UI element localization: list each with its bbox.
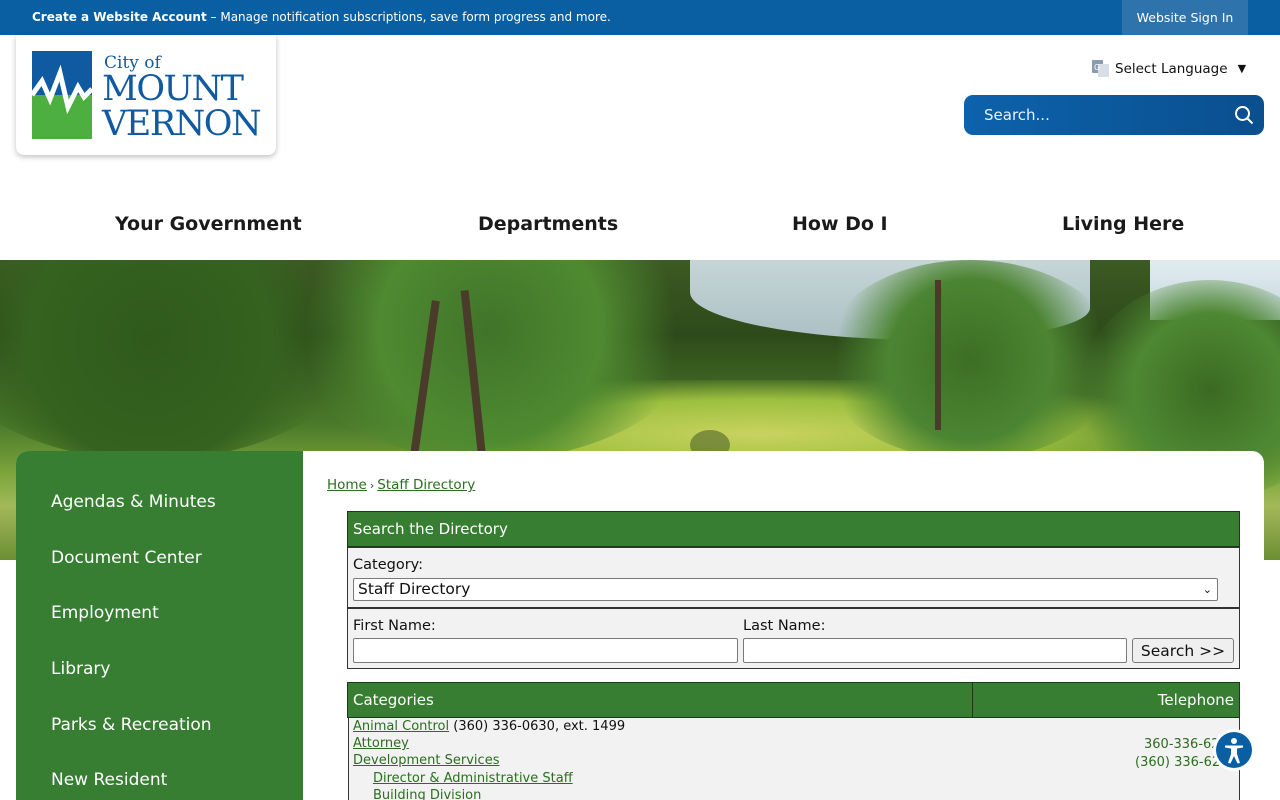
- category-select[interactable]: Staff Directory ⌄: [353, 578, 1218, 601]
- language-label: Select Language: [1115, 60, 1228, 77]
- category-link-animal-control[interactable]: Animal Control: [353, 719, 449, 734]
- main-navigation: Your Government Departments How Do I Liv…: [0, 190, 1280, 260]
- hero-tree-right: [820, 260, 1120, 460]
- create-account-link[interactable]: Create a Website Account: [32, 10, 207, 24]
- category-link-attorney[interactable]: Attorney: [353, 736, 409, 751]
- last-name-label: Last Name:: [743, 618, 826, 634]
- nav-how-do-i[interactable]: How Do I: [792, 213, 888, 235]
- list-item: Director & Administrative Staff: [373, 771, 573, 786]
- nav-your-government[interactable]: Your Government: [115, 213, 302, 235]
- telephone-header-label: Telephone: [1157, 691, 1234, 709]
- search-placeholder: Search...: [984, 106, 1050, 124]
- telephone-header: Telephone: [972, 682, 1240, 718]
- nav-departments[interactable]: Departments: [478, 213, 618, 235]
- mountain-logo-icon: [32, 51, 92, 139]
- breadcrumb: Home › Staff Directory: [327, 477, 475, 493]
- list-item: Development Services: [353, 753, 499, 768]
- first-name-input[interactable]: [353, 638, 738, 663]
- chevron-down-icon: ▼: [1237, 62, 1247, 75]
- hero-trunk: [935, 280, 941, 430]
- category-label: Category:: [353, 557, 424, 573]
- svg-text:G: G: [1094, 63, 1100, 72]
- category-link-building-division[interactable]: Building Division: [373, 788, 481, 800]
- first-name-label: First Name:: [353, 618, 436, 634]
- last-name-input[interactable]: [743, 638, 1127, 663]
- top-bar: Create a Website Account – Manage notifi…: [0, 0, 1280, 35]
- categories-header-label: Categories: [353, 691, 434, 709]
- accessibility-button[interactable]: [1213, 729, 1255, 771]
- sidebar-item-new-resident[interactable]: New Resident: [51, 770, 167, 790]
- category-phone: 360-336-62: [1144, 737, 1220, 752]
- logo-vernon: VERNON: [102, 104, 262, 144]
- breadcrumb-separator: ›: [369, 479, 375, 492]
- category-select-value: Staff Directory: [358, 580, 471, 598]
- logo-wordmark: City of MOUNT VERNON: [102, 55, 262, 144]
- logo-mount: MOUNT: [102, 69, 244, 109]
- accessibility-icon-bg: [1216, 732, 1252, 768]
- sidebar-item-agendas[interactable]: Agendas & Minutes: [51, 492, 216, 512]
- account-message: Create a Website Account – Manage notifi…: [32, 10, 611, 24]
- sidebar-item-document-center[interactable]: Document Center: [51, 548, 202, 568]
- sidebar-item-employment[interactable]: Employment: [51, 603, 159, 623]
- sidebar-item-library[interactable]: Library: [51, 659, 110, 679]
- breadcrumb-home[interactable]: Home: [327, 477, 367, 493]
- site-search-input[interactable]: Search...: [964, 95, 1264, 135]
- sidebar-item-parks-recreation[interactable]: Parks & Recreation: [51, 715, 212, 735]
- search-directory-title: Search the Directory: [353, 520, 508, 538]
- list-item: Attorney: [353, 736, 409, 751]
- search-button[interactable]: Search >>: [1132, 638, 1234, 663]
- chevron-down-icon: ⌄: [1202, 583, 1212, 596]
- website-sign-in-button[interactable]: Website Sign In: [1122, 0, 1248, 35]
- categories-header: Categories: [347, 682, 973, 718]
- category-phone: (360) 336-62: [1135, 755, 1221, 770]
- logo[interactable]: City of MOUNT VERNON: [16, 35, 276, 155]
- sidebar: Agendas & Minutes Document Center Employ…: [16, 451, 303, 800]
- list-item: Building Division: [373, 788, 481, 800]
- category-inline-phone: (360) 336-0630, ext. 1499: [453, 719, 626, 734]
- category-link-development-services[interactable]: Development Services: [353, 753, 499, 768]
- google-translate-icon: G: [1092, 60, 1109, 77]
- nav-living-here[interactable]: Living Here: [1062, 213, 1184, 235]
- list-item: Animal Control (360) 336-0630, ext. 1499: [353, 719, 625, 734]
- category-link-director-admin-staff[interactable]: Director & Administrative Staff: [373, 771, 573, 786]
- breadcrumb-staff-directory[interactable]: Staff Directory: [377, 477, 475, 493]
- create-account-description: – Manage notification subscriptions, sav…: [206, 10, 611, 24]
- accessibility-icon: [1225, 738, 1243, 764]
- search-icon[interactable]: [1234, 105, 1254, 125]
- language-selector[interactable]: G Select Language ▼: [1092, 60, 1246, 77]
- search-directory-header: Search the Directory: [347, 511, 1240, 547]
